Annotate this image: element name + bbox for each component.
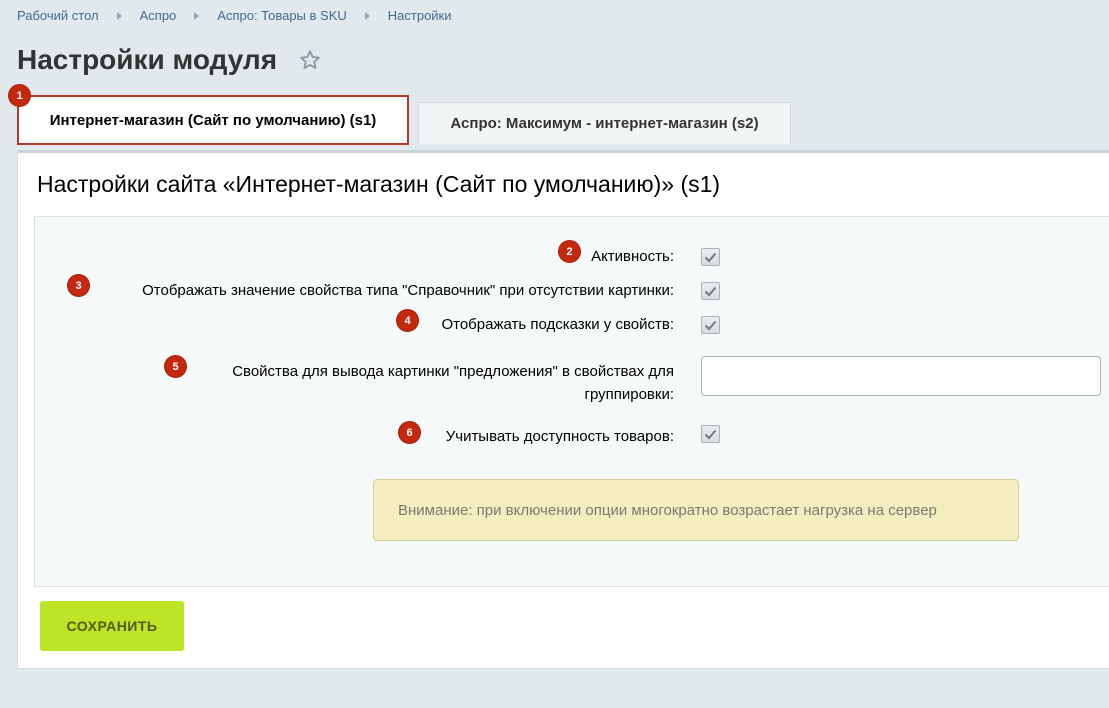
marker-badge-4: 4 [397, 310, 418, 331]
breadcrumb-arrow-icon [194, 11, 200, 20]
breadcrumb: Рабочий стол Аспро Аспро: Товары в SKU Н… [17, 8, 452, 23]
breadcrumb-link-module[interactable]: Аспро: Товары в SKU [217, 8, 346, 23]
page-title: Настройки модуля [17, 44, 278, 75]
offer-image-properties-input[interactable] [701, 356, 1101, 396]
option-label-active: Активность: [591, 248, 674, 265]
marker-badge-1: 1 [9, 85, 30, 106]
availability-checkbox[interactable] [701, 425, 720, 443]
option-label-reference: Отображать значение свойства типа "Справ… [142, 282, 674, 299]
tab-label: Аспро: Максимум - интернет-магазин (s2) [450, 115, 759, 132]
breadcrumb-link-settings[interactable]: Настройки [388, 8, 452, 23]
option-label-line: группировки: [584, 386, 674, 403]
breadcrumb-link-aspro[interactable]: Аспро [140, 8, 177, 23]
tab-site-s1[interactable]: Интернет-магазин (Сайт по умолчанию) (s1… [17, 95, 409, 145]
option-label-hints: Отображать подсказки у свойств: [441, 316, 674, 333]
page-title-row: Настройки модуля [17, 42, 321, 78]
tab-bar: Интернет-магазин (Сайт по умолчанию) (s1… [9, 85, 1109, 145]
hints-checkbox[interactable] [701, 316, 720, 334]
settings-panel: Настройки сайта «Интернет-магазин (Сайт … [17, 150, 1109, 669]
active-checkbox[interactable] [701, 248, 720, 266]
marker-badge-2: 2 [559, 241, 580, 262]
option-label-line: Свойства для вывода картинки "предложени… [232, 363, 674, 380]
tab-site-s2[interactable]: Аспро: Максимум - интернет-магазин (s2) [418, 102, 791, 144]
checkmark-icon [704, 320, 717, 330]
marker-badge-6: 6 [399, 422, 420, 443]
marker-badge-3: 3 [68, 275, 89, 296]
warning-text: Внимание: при включении опции многократн… [398, 501, 937, 519]
option-label-availability: Учитывать доступность товаров: [445, 428, 674, 445]
breadcrumb-arrow-icon [116, 11, 122, 20]
settings-form: 2 Активность: 3 Отображать значение свой… [34, 216, 1109, 587]
tab-label: Интернет-магазин (Сайт по умолчанию) (s1… [49, 111, 377, 129]
checkmark-icon [704, 286, 717, 296]
star-icon[interactable] [299, 46, 321, 78]
warning-note: Внимание: при включении опции многократн… [373, 479, 1019, 541]
checkmark-icon [704, 252, 717, 262]
panel-title: Настройки сайта «Интернет-магазин (Сайт … [37, 171, 721, 197]
checkmark-icon [704, 429, 717, 439]
option-label-offer-image: Свойства для вывода картинки "предложени… [232, 360, 674, 406]
breadcrumb-link-desktop[interactable]: Рабочий стол [17, 8, 99, 23]
save-button[interactable]: СОХРАНИТЬ [40, 601, 184, 651]
reference-value-checkbox[interactable] [701, 282, 720, 300]
marker-badge-5: 5 [165, 356, 186, 377]
breadcrumb-arrow-icon [364, 11, 370, 20]
